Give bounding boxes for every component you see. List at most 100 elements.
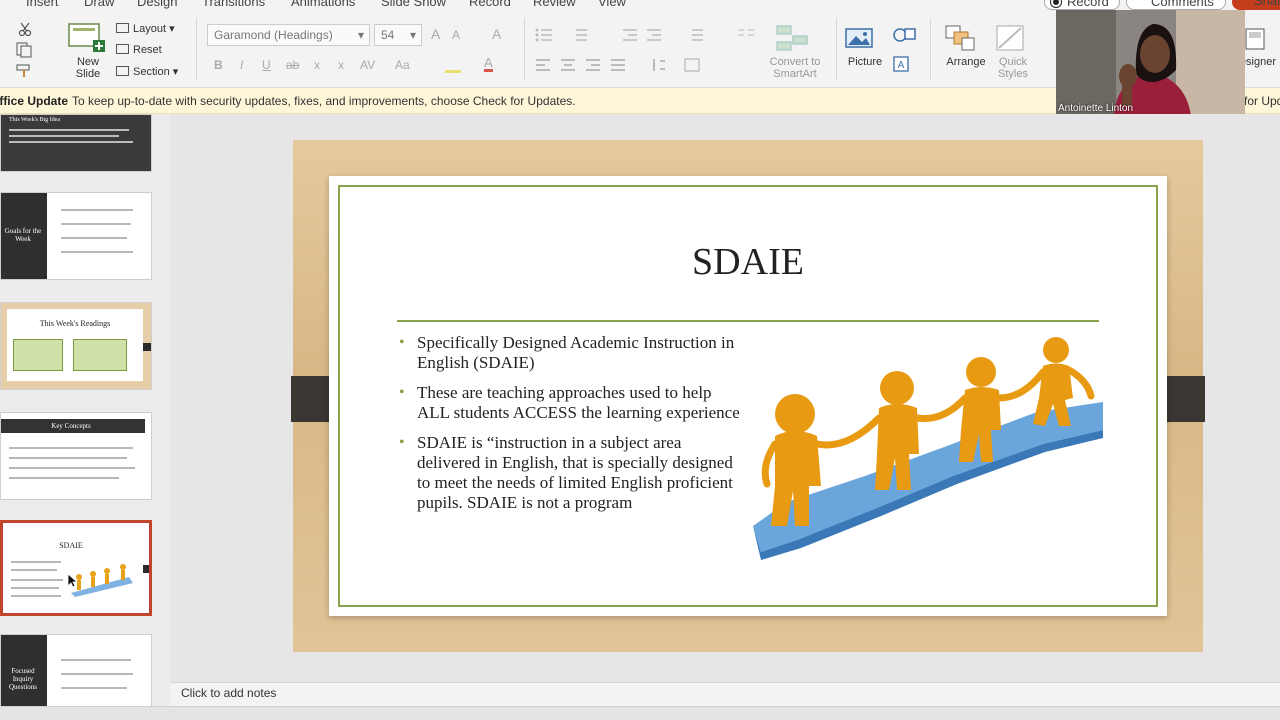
bold-icon[interactable]: B xyxy=(214,58,223,72)
superscript-icon[interactable]: x xyxy=(314,58,320,72)
slide-thumbnail[interactable]: Key Concepts xyxy=(0,412,152,500)
arrange-icon[interactable] xyxy=(944,24,976,57)
slide-editing-canvas[interactable]: SDAIE Specifically Designed Academic Ins… xyxy=(170,114,1280,682)
align-left-icon[interactable] xyxy=(535,58,551,77)
thumbnail-reading-box xyxy=(73,339,127,371)
slide-bullet-list[interactable]: Specifically Designed Academic Instructi… xyxy=(399,333,747,523)
comments-button[interactable]: Comments xyxy=(1126,0,1226,10)
slide-thumbnail-selected[interactable]: SDAIE xyxy=(0,520,152,616)
notes-placeholder: Click to add notes xyxy=(181,686,277,700)
ribbon-divider xyxy=(930,18,931,80)
font-size-select[interactable]: 54 ▾ xyxy=(374,24,422,46)
new-slide-button[interactable] xyxy=(67,22,107,59)
tab-insert[interactable]: Insert xyxy=(26,0,59,9)
slide-title-rule xyxy=(397,320,1099,322)
thumbnail-tab xyxy=(143,343,151,351)
bullet-item: SDAIE is “instruction in a subject area … xyxy=(399,433,747,513)
slide-thumbnail[interactable]: This Week's Readings xyxy=(0,302,152,390)
puzzle-people-illustration[interactable] xyxy=(747,326,1107,576)
status-bar xyxy=(0,706,1280,720)
record-button[interactable]: Record xyxy=(1044,0,1120,10)
new-slide-icon xyxy=(68,23,105,52)
decrease-font-icon[interactable]: A xyxy=(452,28,460,42)
format-painter-icon[interactable] xyxy=(16,64,34,83)
check-for-updates-button[interactable]: for Upd xyxy=(1244,88,1280,114)
align-right-icon[interactable] xyxy=(585,58,601,77)
thumbnail-text-line xyxy=(9,457,127,459)
slide-title[interactable]: SDAIE xyxy=(329,240,1167,284)
columns-icon[interactable] xyxy=(737,28,755,47)
subscript-icon[interactable]: x xyxy=(338,58,344,72)
layout-icon xyxy=(116,23,129,33)
picture-icon[interactable] xyxy=(845,28,875,55)
underline-icon[interactable]: U xyxy=(262,58,271,72)
thumbnail-text-line xyxy=(61,251,133,253)
presenter-video[interactable]: Antoinette Linton xyxy=(1056,10,1245,116)
slide-thumbnail[interactable]: Focused Inquiry Questions xyxy=(0,634,152,714)
thumbnail-text-line xyxy=(9,141,133,143)
tab-slide-show[interactable]: Slide Show xyxy=(381,0,446,9)
bullets-icon[interactable] xyxy=(535,28,553,47)
copy-icon[interactable] xyxy=(16,42,34,63)
convert-smartart-label: Convert to SmartArt xyxy=(769,56,821,80)
slide[interactable]: SDAIE Specifically Designed Academic Ins… xyxy=(291,140,1205,652)
align-center-icon[interactable] xyxy=(560,58,576,77)
increase-indent-icon[interactable] xyxy=(646,28,662,47)
font-name-select[interactable]: Garamond (Headings) ▾ xyxy=(207,24,370,46)
text-box-icon[interactable]: A xyxy=(893,56,909,77)
increase-font-icon[interactable]: A xyxy=(431,26,440,42)
line-spacing-icon[interactable] xyxy=(686,28,704,47)
reset-button[interactable]: Reset xyxy=(116,44,162,56)
tab-animations[interactable]: Animations xyxy=(291,0,355,9)
justify-icon[interactable] xyxy=(610,58,626,77)
cut-icon[interactable] xyxy=(18,22,32,41)
thumbnail-text-line xyxy=(11,587,59,589)
strikethrough-icon[interactable]: ab xyxy=(286,58,299,72)
slide-content-area: SDAIE Specifically Designed Academic Ins… xyxy=(329,176,1167,616)
thumbnail-text-line xyxy=(11,569,57,571)
text-direction-icon[interactable] xyxy=(650,58,666,77)
slide-thumbnail[interactable]: This Week's Big Idea xyxy=(0,114,152,172)
notes-pane[interactable]: Click to add notes xyxy=(170,682,1280,706)
decrease-indent-icon[interactable] xyxy=(622,28,638,47)
tab-review[interactable]: Review xyxy=(533,0,576,9)
section-button[interactable]: Section ▾ xyxy=(116,65,178,78)
designer-label: Designer xyxy=(1240,56,1277,68)
section-icon xyxy=(116,66,129,76)
shapes-icon[interactable] xyxy=(893,26,919,49)
thumbnail-text-line xyxy=(61,659,131,661)
thumbnail-text-line xyxy=(9,467,135,469)
tab-draw[interactable]: Draw xyxy=(84,0,114,9)
align-text-icon[interactable] xyxy=(684,58,700,77)
bullet-item: Specifically Designed Academic Instructi… xyxy=(399,333,747,373)
tab-view[interactable]: View xyxy=(598,0,626,9)
tab-design[interactable]: Design xyxy=(137,0,177,9)
share-button[interactable]: Share xyxy=(1232,0,1280,10)
font-color-icon[interactable]: A xyxy=(484,56,493,72)
thumbnail-text-line xyxy=(11,595,61,597)
thumbnail-text-line xyxy=(61,209,133,211)
thumbnail-text-line xyxy=(61,223,131,225)
reset-icon xyxy=(116,44,129,54)
ribbon-divider xyxy=(836,18,837,80)
update-title: Office Update xyxy=(0,94,68,108)
smartart-icon[interactable] xyxy=(775,24,809,57)
tab-record[interactable]: Record xyxy=(469,0,511,9)
ribbon-divider xyxy=(524,18,525,80)
thumbnail-text-line xyxy=(9,129,129,131)
chevron-down-icon: ▾ xyxy=(409,28,416,42)
change-case-icon[interactable]: Aa xyxy=(395,58,410,72)
designer-icon[interactable] xyxy=(1245,28,1265,55)
character-spacing-icon[interactable]: AV xyxy=(360,58,375,72)
clear-format-icon[interactable]: A xyxy=(492,26,501,42)
italic-icon[interactable]: I xyxy=(240,58,243,72)
ribbon-divider xyxy=(196,18,197,80)
highlight-icon[interactable] xyxy=(445,59,461,73)
layout-button[interactable]: Layout ▾ xyxy=(116,22,175,35)
presenter-figure xyxy=(1056,10,1245,116)
tab-transitions[interactable]: Transitions xyxy=(202,0,265,9)
quick-styles-icon[interactable] xyxy=(995,24,1025,57)
thumbnail-text-line xyxy=(9,477,119,479)
slide-thumbnail[interactable]: Goals for the Week xyxy=(0,192,152,280)
numbering-icon[interactable] xyxy=(570,28,588,47)
